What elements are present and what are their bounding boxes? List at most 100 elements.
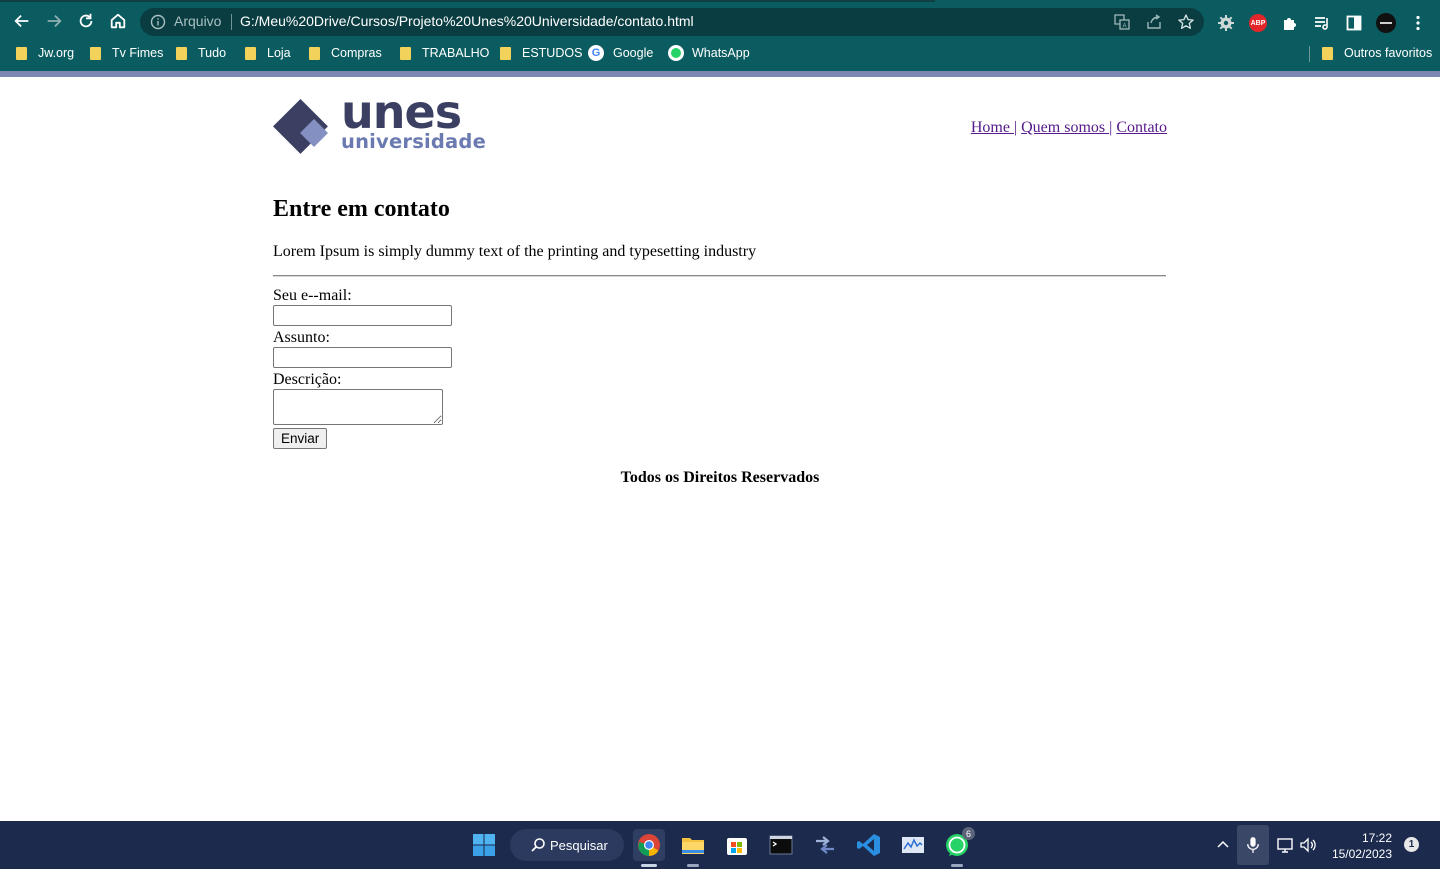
windows-taskbar: Pesquisar 6 17:22 15/02/2023 1 [0,821,1440,869]
microphone-indicator[interactable] [1237,825,1269,865]
adblock-plus-button[interactable]: ABP [1247,12,1269,34]
notification-badge: 6 [962,827,975,840]
translate-button[interactable]: A [1113,13,1131,31]
page-title: Entre em contato [273,196,450,222]
bookmark-google[interactable]: G Google [588,44,653,62]
bookmark-label: WhatsApp [692,46,750,60]
tab-strip-edge [0,0,935,2]
home-button[interactable] [105,8,131,34]
share-button[interactable] [1145,13,1163,31]
forward-button[interactable] [41,8,67,34]
nav-separator: | [1013,119,1018,136]
clock-time: 17:22 [1361,831,1392,845]
adblock-plus-icon: ABP [1249,14,1267,32]
info-icon[interactable] [150,14,166,30]
taskbar-dev-app[interactable] [809,829,841,861]
search-label: Pesquisar [550,837,608,853]
email-label: Seu e--mail: [273,287,352,304]
chrome-menu-button[interactable] [1407,12,1429,34]
reading-list-button[interactable] [1311,12,1333,34]
notification-center-badge[interactable]: 1 [1404,837,1419,852]
taskbar-monitor[interactable] [897,829,929,861]
bookmark-label: Outros favoritos [1344,46,1433,60]
browser-chrome: Arquivo G:/Meu%20Drive/Cursos/Projeto%20… [0,0,1440,77]
media-list-icon [1315,17,1328,30]
running-indicator [687,864,699,867]
bookmark-label: Tudo [198,46,227,60]
side-panel-icon [1346,15,1362,31]
bookmark-jw-org[interactable]: Jw.org [16,44,74,62]
bookmark-label: Jw.org [38,46,75,60]
taskbar-terminal[interactable] [765,829,797,861]
folder-icon [400,46,411,60]
back-button[interactable] [9,8,35,34]
url-text[interactable]: G:/Meu%20Drive/Cursos/Projeto%20Unes%20U… [240,13,694,29]
translate-icon: A [1114,14,1130,30]
profile-button[interactable] [1375,12,1397,34]
taskbar-microsoft-store[interactable] [721,829,753,861]
avatar [1376,13,1396,33]
side-panel-button[interactable] [1343,12,1365,34]
nav-link-quem-somos[interactable]: Quem somos [1021,119,1109,136]
unes-logo[interactable]: unes universidade [273,89,488,157]
svg-text:A: A [1122,24,1126,30]
microphone-icon [1247,837,1259,853]
subject-field[interactable] [273,347,452,368]
address-bar[interactable]: Arquivo G:/Meu%20Drive/Cursos/Projeto%20… [140,8,1204,36]
footer-text: Todos os Direitos Reservados [620,469,820,486]
clock-date: 15/02/2023 [1331,847,1392,861]
email-field[interactable] [273,305,452,326]
taskbar-file-explorer[interactable] [677,829,709,867]
reload-button[interactable] [73,8,99,34]
bookmark-whatsapp[interactable]: WhatsApp [668,44,750,62]
bookmark-trabalho[interactable]: TRABALHO [400,44,489,62]
performance-monitor-icon [902,837,924,853]
folder-icon [245,46,256,60]
bookmark-tv-fimes[interactable]: Tv Fimes [90,44,163,62]
nav-link-contato[interactable]: Contato [1116,119,1167,136]
extensions-button[interactable] [1279,12,1301,34]
bookmark-outros-favoritos[interactable]: Outros favoritos [1322,44,1432,62]
system-clock[interactable]: 17:22 15/02/2023 [1320,830,1392,862]
bookmark-loja[interactable]: Loja [245,44,291,62]
bookmark-label: TRABALHO [422,46,490,60]
logo-subtitle: universidade [341,130,486,153]
taskbar-chrome[interactable] [633,829,665,867]
gear-icon [1218,15,1234,31]
start-button[interactable] [468,829,500,861]
subject-label: Assunto: [273,329,330,346]
submit-button[interactable]: Enviar [273,428,328,449]
extension-gear-button[interactable] [1215,12,1237,34]
arrow-left-icon [14,14,29,28]
search-icon [531,838,545,852]
folder-icon [176,46,187,60]
bookmark-label: Tv Fimes [112,46,164,60]
volume-icon[interactable] [1299,836,1317,854]
store-icon [727,838,747,855]
chevron-up-icon[interactable] [1215,837,1231,853]
chrome-bottom-border [0,71,1440,77]
bookmark-star-button[interactable] [1177,13,1195,31]
taskbar-vscode[interactable] [853,829,885,861]
bookmark-label: Compras [331,46,382,60]
taskbar-search[interactable]: Pesquisar [510,829,624,861]
chrome-icon [638,834,660,856]
kebab-menu-icon [1416,15,1420,31]
bookmark-compras[interactable]: Compras [309,44,382,62]
top-navigation: Home | Quem somos | Contato [971,119,1167,137]
omnibox-divider [231,14,232,30]
bookmark-tudo[interactable]: Tudo [176,44,226,62]
taskbar-whatsapp[interactable]: 6 [941,827,975,867]
bookmark-estudos[interactable]: ESTUDOS [500,44,582,62]
network-icon[interactable] [1276,836,1294,854]
bookmark-label: Loja [267,46,291,60]
folder-icon [1322,46,1333,60]
home-icon [110,13,126,29]
description-textarea[interactable] [273,389,443,425]
bookmarks-divider [1309,46,1310,62]
nav-link-home[interactable]: Home [971,119,1014,136]
browser-toolbar: Arquivo G:/Meu%20Drive/Cursos/Projeto%20… [0,4,1440,38]
folder-icon [309,46,320,60]
running-indicator [951,864,963,867]
scheme-label: Arquivo [174,13,222,29]
